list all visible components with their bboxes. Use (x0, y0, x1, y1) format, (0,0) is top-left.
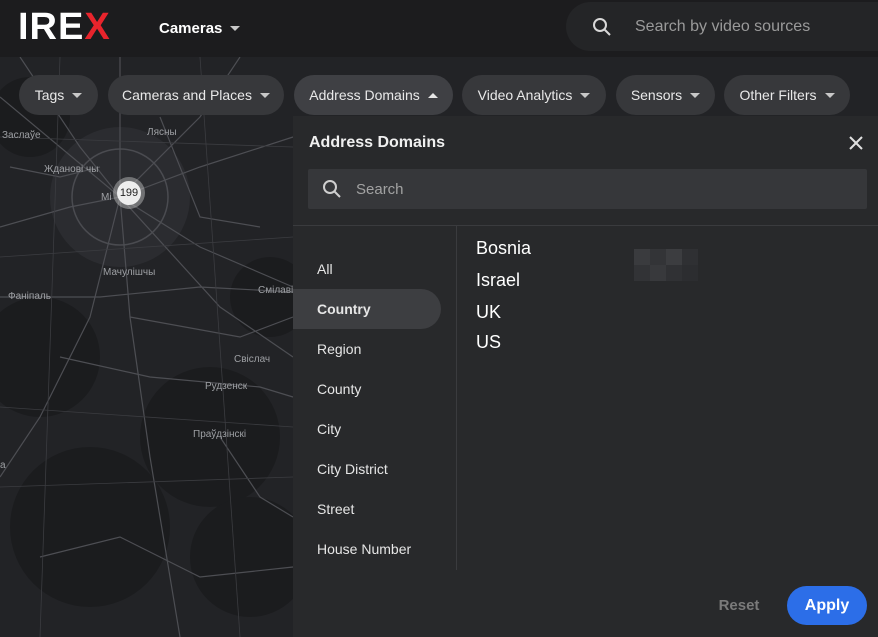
global-search-input[interactable] (635, 14, 875, 40)
map-label: Мі (101, 192, 112, 203)
category-item-country[interactable]: Country (293, 289, 441, 329)
category-item-county[interactable]: County (293, 369, 441, 409)
panel-search (308, 169, 867, 209)
filter-chip-label: Sensors (630, 87, 683, 103)
caret-down-icon (580, 92, 591, 98)
filter-chip-video-analytics[interactable]: Video Analytics (462, 75, 606, 115)
map-label: Жданові чы (44, 164, 99, 175)
filter-chip-label: Cameras and Places (122, 87, 252, 103)
category-item-region[interactable]: Region (293, 329, 441, 369)
global-search (566, 2, 878, 51)
cameras-menu[interactable]: Cameras (159, 16, 241, 40)
value-item[interactable]: US (476, 332, 501, 353)
logo-text: IREX (18, 6, 111, 48)
cameras-menu-label: Cameras (159, 19, 223, 37)
search-icon (593, 18, 611, 36)
category-item-house-number[interactable]: House Number (293, 529, 441, 569)
logo-text-main: IRE (18, 6, 85, 48)
category-item-city-district[interactable]: City District (293, 449, 441, 489)
address-domains-panel: Address Domains All Country Region Count… (293, 116, 878, 637)
search-icon (323, 180, 341, 198)
map-label: Фаніпаль (8, 291, 51, 302)
cluster-count: 199 (117, 181, 141, 205)
filter-chip-address-domains[interactable]: Address Domains (294, 75, 453, 115)
redacted-area (634, 249, 700, 281)
caret-down-icon (824, 92, 835, 98)
caret-down-icon (72, 92, 83, 98)
divider (293, 225, 878, 226)
map-label: Смілаві (258, 285, 294, 296)
irex-logo[interactable]: IREX (18, 6, 124, 48)
value-item[interactable]: UK (476, 302, 501, 323)
caret-up-icon (427, 92, 438, 98)
top-bar: IREX Cameras (0, 0, 878, 57)
panel-search-input[interactable] (356, 178, 846, 200)
category-item-all[interactable]: All (293, 249, 441, 289)
reset-button[interactable]: Reset (708, 586, 770, 624)
filter-chip-other-filters[interactable]: Other Filters (724, 75, 850, 115)
map-label: Заслаўе (2, 130, 41, 141)
filter-chip-tags[interactable]: Tags (19, 75, 98, 115)
caret-down-icon (230, 25, 241, 31)
caret-down-icon (259, 92, 270, 98)
camera-cluster-marker[interactable]: 199 (113, 177, 145, 209)
map-label: а (0, 460, 6, 471)
panel-title: Address Domains (309, 134, 446, 151)
map-label: Лясны (147, 127, 177, 138)
map-label: Праўдзінскі (193, 429, 247, 440)
category-item-street[interactable]: Street (293, 489, 441, 529)
filter-bar: Tags Cameras and Places Address Domains … (0, 75, 878, 115)
filter-chip-label: Address Domains (309, 87, 420, 103)
close-icon[interactable] (847, 134, 865, 152)
filter-chip-sensors[interactable]: Sensors (616, 75, 715, 115)
map-label: Рудзенск (205, 381, 248, 392)
caret-down-icon (690, 92, 701, 98)
map-label: Свіслач (234, 354, 271, 365)
map-label: Мачулішчы (103, 267, 156, 278)
filter-chip-label: Other Filters (739, 87, 817, 103)
filter-chip-label: Tags (34, 87, 65, 103)
divider (456, 226, 457, 570)
apply-button[interactable]: Apply (787, 586, 867, 625)
logo-text-accent: X (84, 6, 111, 48)
value-item[interactable]: Israel (476, 270, 520, 291)
value-item[interactable]: Bosnia (476, 238, 531, 259)
filter-chip-cameras-and-places[interactable]: Cameras and Places (108, 75, 284, 115)
filter-chip-label: Video Analytics (477, 87, 573, 103)
app-window: Заслаўе Лясны Жданові чы Мі Мачулішчы Фа… (0, 0, 878, 637)
category-item-city[interactable]: City (293, 409, 441, 449)
